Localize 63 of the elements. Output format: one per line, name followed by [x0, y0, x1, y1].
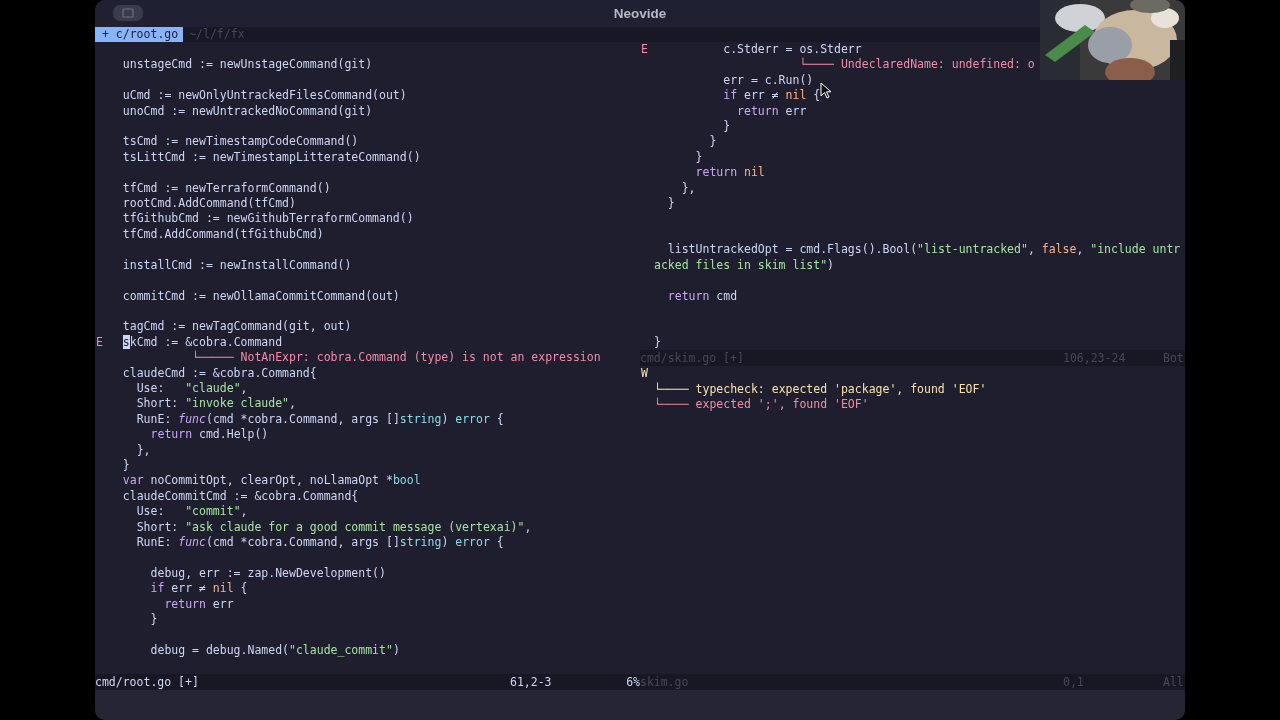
code-line: return nil — [694, 165, 765, 181]
cursor-position: 61,2-3 — [510, 674, 553, 690]
gutter-sign: W — [640, 366, 648, 382]
code-line: }, — [135, 442, 151, 458]
diagnostic-message: UndeclaredName: undefined: o — [840, 57, 1035, 72]
code-line: return cmd — [666, 288, 738, 304]
code-line: acked files in skim list") — [654, 257, 835, 274]
code-line: unstageCmd := newUnstageCommand(git) — [121, 57, 373, 73]
code-line: Short: "invoke claude", — [135, 396, 296, 412]
diagnostic-message: NotAnExpr: cobra.Command (type) is not an expression — [240, 350, 601, 365]
code-line: listUntrackedOpt = cmd.Flags().Bool("list-untracked", false, "include untr — [666, 242, 1181, 258]
gutter-sign: E — [640, 42, 648, 58]
code-line: if err ≠ nil { — [722, 88, 821, 104]
buffer-tab[interactable]: + c/root.go — [95, 27, 184, 42]
code-line: tfGithubCmd := newGithubTerraformCommand() — [121, 211, 414, 227]
code-line: skCmd := &cobra.Command — [121, 334, 283, 350]
code-line: c.Stderr = os.Stderr — [722, 42, 862, 57]
window-title: Neovide — [613, 6, 667, 21]
code-line: installCmd := newInstallCommand() — [121, 257, 352, 274]
code-line: return cmd.Help() — [149, 427, 269, 443]
code-line: rootCmd.AddCommand(tfCmd) — [121, 196, 296, 212]
code-line: tfCmd := newTerraformCommand() — [121, 180, 331, 197]
code-line: return err — [163, 596, 234, 613]
window-icon[interactable] — [113, 5, 143, 21]
code-line: Use: "commit", — [135, 504, 248, 520]
code-line: } — [708, 134, 717, 150]
code-line: tagCmd := newTagCommand(git, out) — [121, 319, 352, 335]
code-line: claudeCmd := &cobra.Command{ — [121, 365, 317, 381]
scroll-percent: 6% — [625, 674, 640, 690]
code-line: } — [722, 119, 731, 135]
code-line: } — [121, 457, 130, 474]
code-line: claudeCommitCmd := &cobra.Command{ — [121, 488, 359, 505]
connector-line: └───── — [191, 350, 234, 365]
code-line: var noCommitOpt, clearOpt, noLlamaOpt *bool — [121, 473, 421, 489]
code-line: uCmd := newOnlyUntrackedFilesCommand(out) — [121, 88, 407, 104]
connector-line: └──── — [654, 397, 689, 412]
code-line: tsCmd := newTimestampCodeCommand() — [121, 134, 359, 150]
code-line: return err — [736, 103, 807, 120]
code-line: RunE: func(cmd *cobra.Command, args []string) error { — [135, 535, 504, 551]
diagnostic-message: typecheck: expected 'package', found 'EOF' — [695, 381, 987, 396]
file-name: skim.go — [640, 674, 690, 690]
connector-line: └──── — [798, 57, 834, 72]
code-line: unoCmd := newUntrackedNoCommand(git) — [121, 103, 373, 120]
code-line: tsLittCmd := newTimestampLitterateCommand() — [121, 149, 421, 166]
code-line: Short: "ask claude for a good commit message (vertexai)", — [135, 519, 532, 535]
code-line: if err ≠ nil { — [149, 581, 248, 597]
mouse-pointer-icon — [820, 82, 832, 99]
code-line: commitCmd := newOllamaCommitCommand(out) — [121, 288, 400, 304]
code-line: tfCmd.AddCommand(tfGithubCmd) — [121, 226, 324, 243]
file-name: cmd/root.go [+] — [95, 674, 200, 690]
code-line: }, — [680, 180, 696, 197]
connector-line: └──── — [654, 381, 689, 396]
code-line: } — [666, 196, 675, 212]
diagnostic-message: expected ';', found 'EOF' — [695, 397, 869, 412]
code-line: } — [694, 149, 703, 166]
code-line: err = c.Run() — [722, 72, 814, 89]
code-line: } — [654, 334, 661, 351]
code-line: debug = debug.Named("claude_commit") — [149, 642, 400, 659]
code-line: Use: "claude", — [135, 380, 248, 397]
code-line: debug, err := zap.NewDevelopment() — [149, 565, 386, 582]
gutter-sign: E — [95, 334, 103, 351]
code-line: RunE: func(cmd *cobra.Command, args []string) error { — [135, 411, 504, 428]
code-line: } — [149, 612, 158, 628]
